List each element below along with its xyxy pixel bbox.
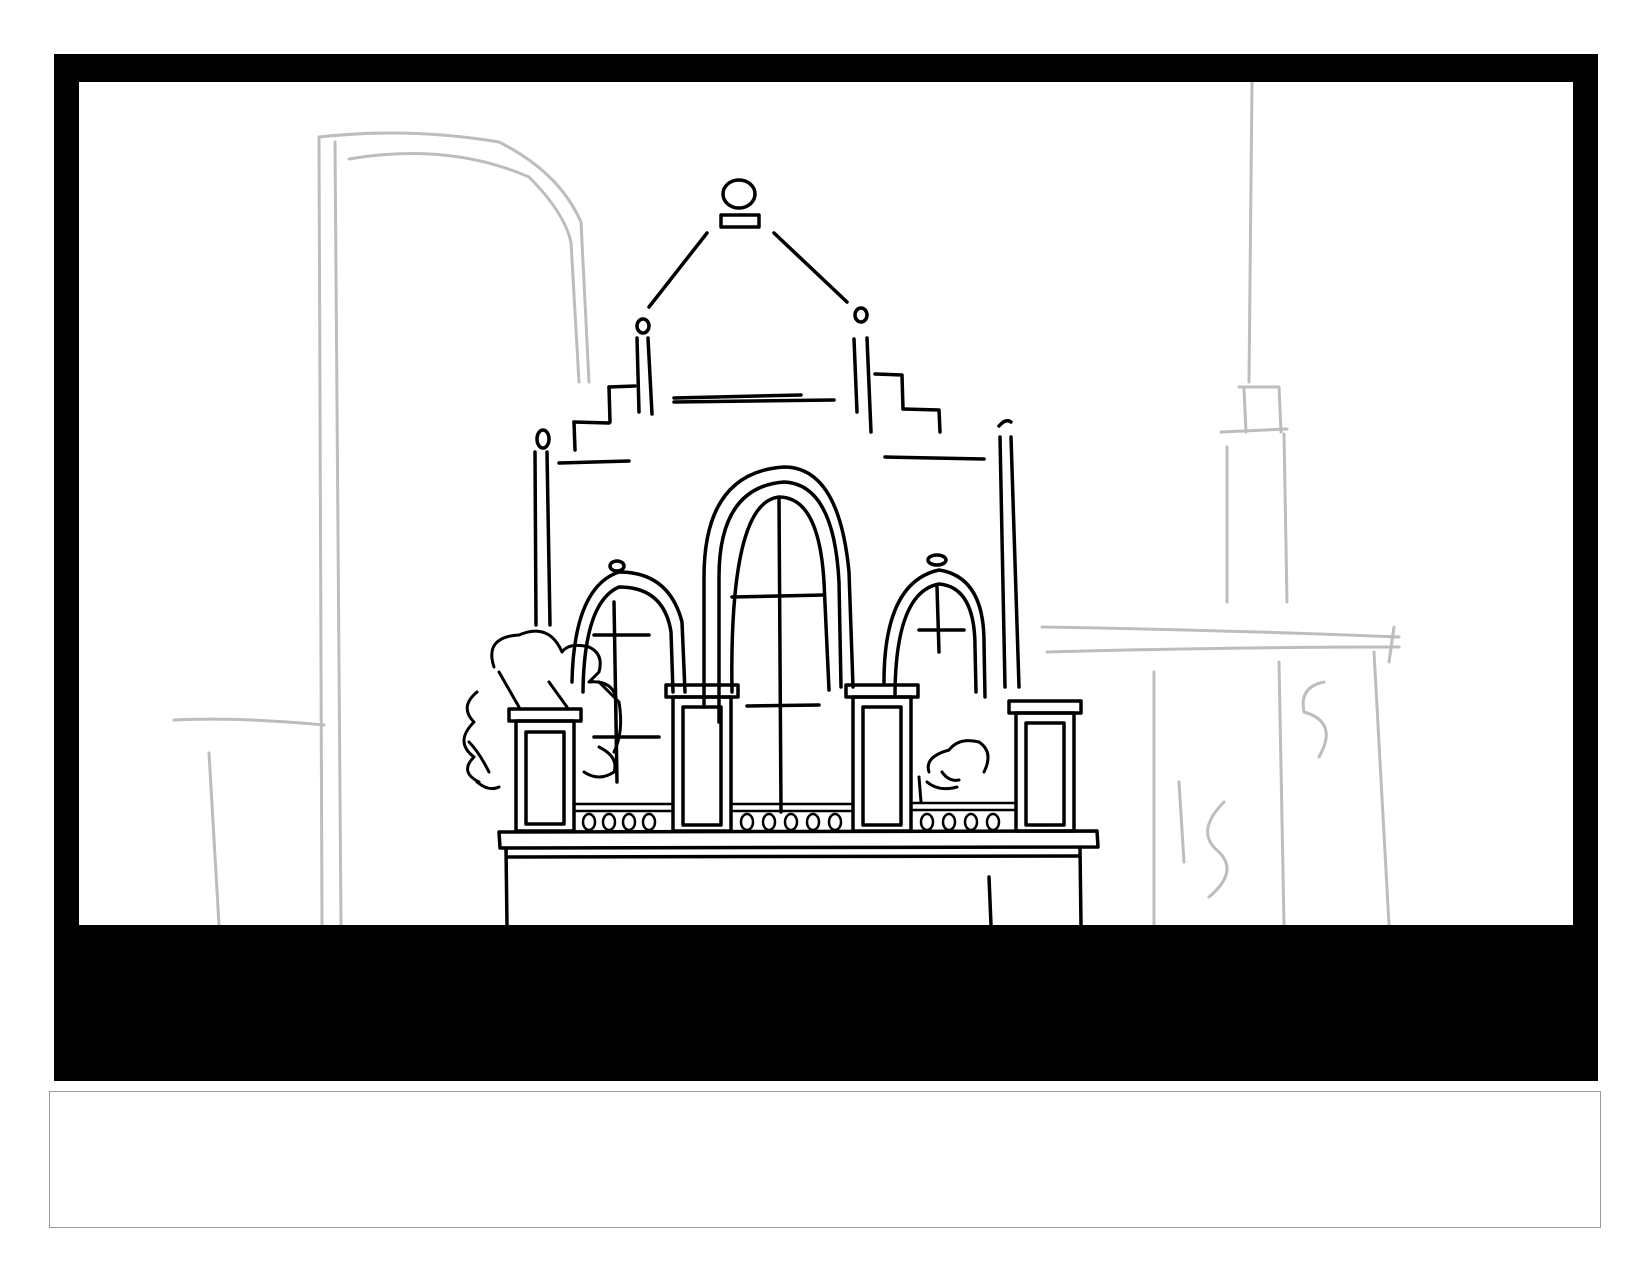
- building-sketch: [172, 82, 1401, 925]
- background-buildings-sketch: [172, 82, 1401, 925]
- storyboard-panel-drawing: [79, 82, 1573, 925]
- storyboard-panel-frame: [54, 54, 1598, 1081]
- balustrade: [572, 801, 1018, 832]
- main-building: [497, 178, 1100, 925]
- caption-text: [50, 1092, 1600, 1120]
- caption-box[interactable]: [49, 1091, 1601, 1228]
